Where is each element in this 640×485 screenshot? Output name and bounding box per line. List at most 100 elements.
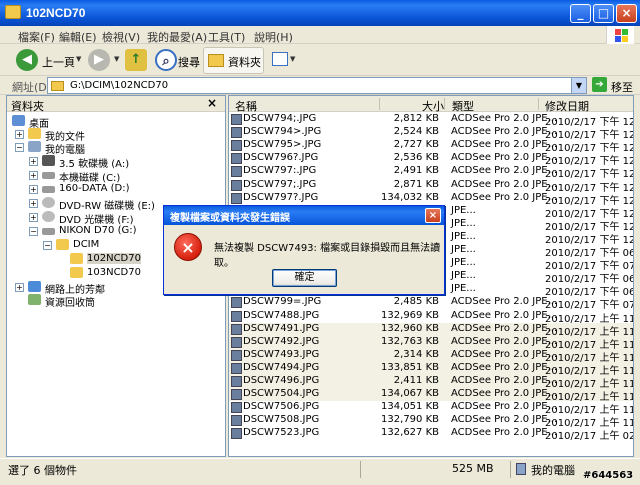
file-type: ACDSee Pro 2.0 JPE... <box>451 165 558 177</box>
jpg-file-icon <box>231 192 242 204</box>
ok-button[interactable]: 確定 <box>272 269 337 287</box>
column-date[interactable]: 修改日期 <box>545 98 589 114</box>
list-item[interactable]: DSCW797:.JPG 2,491 KB ACDSee Pro 2.0 JPE..… <box>229 165 633 180</box>
list-item[interactable]: DSCW7504.JPG 134,067 KB ACDSee Pro 2.0 JPE… <box>229 388 633 403</box>
file-name: DSCW7494.JPG <box>243 361 320 373</box>
list-item[interactable]: DSCW7496.JPG 2,411 KB ACDSee Pro 2.0 JPE..… <box>229 375 633 390</box>
list-item[interactable]: DSCW7508.JPG 132,790 KB ACDSee Pro 2.0 JPE… <box>229 414 633 429</box>
jpg-file-icon <box>231 389 242 401</box>
address-label: 網址(D) <box>12 81 52 94</box>
column-name[interactable]: 名稱 <box>235 98 257 114</box>
list-item[interactable]: DSCW7493.JPG 2,314 KB ACDSee Pro 2.0 JPE..… <box>229 348 633 364</box>
file-size: 134,067 KB <box>381 388 439 400</box>
file-type: ACDSee Pro 2.0 JPE... <box>451 296 558 308</box>
back-dropdown-icon[interactable]: ▼ <box>76 55 81 63</box>
menu-file[interactable]: 檔案(F) <box>18 29 55 45</box>
file-type: ACDSee Pro 2.0 JPE... <box>451 414 558 426</box>
file-size: 2,812 KB <box>393 113 439 124</box>
status-location: 我的電腦 <box>531 464 575 477</box>
go-arrow-icon[interactable]: ➔ <box>592 77 607 92</box>
views-dropdown-icon[interactable]: ▼ <box>290 55 295 63</box>
column-size[interactable]: 大小 <box>422 98 444 114</box>
file-type: ACDSee Pro 2.0 JPE... <box>451 139 558 151</box>
jpg-file-icon <box>231 415 242 427</box>
error-icon: × <box>174 233 202 261</box>
jpg-file-icon <box>231 376 242 387</box>
file-name: DSCW795>.JPG <box>243 139 322 151</box>
jpg-file-icon <box>231 428 242 440</box>
file-size: 132,969 KB <box>381 309 439 321</box>
file-type: ACDSee Pro 2.0 JPE... <box>451 401 558 413</box>
tree-title: 資料夾 <box>11 100 44 113</box>
up-folder-icon[interactable]: ↑ <box>125 49 147 71</box>
address-dropdown-icon[interactable]: ▼ <box>571 78 586 93</box>
forward-arrow-icon[interactable]: ▶ <box>88 49 110 71</box>
menu-bar: 檔案(F) 編輯(E) 檢視(V) 我的最愛(A) 工具(T) 說明(H) <box>0 26 640 44</box>
file-type: JPE... <box>451 270 476 282</box>
file-type: JPE... <box>451 217 476 229</box>
list-item[interactable]: DSCW7494.JPG 133,851 KB ACDSee Pro 2.0 JPE… <box>229 361 633 377</box>
error-dialog: 複製檔案或資料夾發生錯誤 × × 無法複製 DSCW7493: 檔案或目錄損毀而… <box>163 205 445 295</box>
jpg-file-icon <box>231 140 242 152</box>
minimize-button[interactable]: _ <box>570 4 591 23</box>
menu-favorites[interactable]: 我的最愛(A) <box>147 29 207 45</box>
menu-view[interactable]: 檢視(V) <box>102 29 140 45</box>
column-type[interactable]: 類型 <box>452 98 474 114</box>
menu-help[interactable]: 說明(H) <box>254 29 293 45</box>
list-item[interactable]: DSCW7523.JPG 132,627 KB ACDSee Pro 2.0 JPE… <box>229 427 633 442</box>
list-item[interactable]: DSCW794;.JPG 2,812 KB ACDSee Pro 2.0 JPE..… <box>229 113 633 128</box>
list-item[interactable]: DSCW794>.JPG 2,524 KB ACDSee Pro 2.0 JPE..… <box>229 126 633 141</box>
jpg-file-icon <box>231 310 242 322</box>
file-type: ACDSee Pro 2.0 JPE... <box>451 113 558 124</box>
file-name: DSCW797:.JPG <box>243 165 317 177</box>
file-type: ACDSee Pro 2.0 JPE... <box>451 152 558 164</box>
file-name: DSCW797;.JPG <box>243 178 317 190</box>
back-label[interactable]: 上一頁 <box>42 54 75 70</box>
file-size: 2,871 KB <box>393 178 439 190</box>
column-header: 名稱 大小 類型 修改日期 <box>229 96 633 114</box>
menu-tools[interactable]: 工具(T) <box>208 29 245 45</box>
search-icon[interactable]: ⌕ <box>155 49 177 71</box>
close-button[interactable]: × <box>616 4 637 23</box>
views-icon[interactable] <box>272 52 288 66</box>
tree-header: 資料夾 × <box>7 96 225 113</box>
forward-dropdown-icon[interactable]: ▼ <box>114 55 119 63</box>
back-arrow-icon[interactable]: ◀ <box>16 49 38 71</box>
file-type: ACDSee Pro 2.0 JPE... <box>451 388 558 400</box>
file-name: DSCW794>.JPG <box>243 126 322 138</box>
list-item[interactable]: DSCW7491.JPG 132,960 KB ACDSee Pro 2.0 JPE… <box>229 322 633 338</box>
menu-edit[interactable]: 編輯(E) <box>59 29 97 45</box>
list-item[interactable]: DSCW797?.JPG 134,032 KB ACDSee Pro 2.0 JPE… <box>229 191 633 207</box>
folder-icon <box>51 81 64 91</box>
jpg-file-icon <box>231 402 242 414</box>
file-type: ACDSee Pro 2.0 JPE... <box>451 309 558 321</box>
folders-button[interactable]: 資料夾 <box>203 47 264 74</box>
open-folder-icon <box>70 253 83 264</box>
go-label[interactable]: 移至 <box>611 79 633 95</box>
list-item[interactable]: DSCW795>.JPG 2,727 KB ACDSee Pro 2.0 JPE..… <box>229 139 633 154</box>
file-size: 132,627 KB <box>381 427 439 439</box>
file-name: DSCW794;.JPG <box>243 113 317 124</box>
list-item[interactable]: DSCW7506.JPG 134,051 KB ACDSee Pro 2.0 JPE… <box>229 401 633 416</box>
list-item[interactable]: DSCW796?.JPG 2,536 KB ACDSee Pro 2.0 JPE..… <box>229 152 633 167</box>
status-bar: 選了 6 個物件 525 MB 我的電腦 <box>0 458 640 480</box>
file-size: 132,763 KB <box>381 335 439 347</box>
list-item[interactable]: DSCW797;.JPG 2,871 KB ACDSee Pro 2.0 JPE..… <box>229 178 633 194</box>
window-title: 102NCD70 <box>26 6 86 20</box>
toolbar: ◀ 上一頁 ▼ ▶ ▼ ↑ ⌕ 搜尋 資料夾 ▼ <box>0 44 640 76</box>
file-type: ACDSee Pro 2.0 JPE... <box>451 178 558 190</box>
dialog-close-button[interactable]: × <box>425 208 441 223</box>
maximize-button[interactable]: □ <box>593 4 614 23</box>
list-item[interactable]: DSCW7488.JPG 132,969 KB ACDSee Pro 2.0 JPE… <box>229 309 633 325</box>
list-item[interactable]: DSCW799=.JPG 2,485 KB ACDSee Pro 2.0 JPE..… <box>229 296 633 311</box>
address-input[interactable]: G:\DCIM\102NCD70 ▼ <box>47 77 587 94</box>
dialog-title-bar: 複製檔案或資料夾發生錯誤 × <box>164 206 444 225</box>
tree-close-icon[interactable]: × <box>207 96 217 110</box>
file-type: ACDSee Pro 2.0 JPE... <box>451 191 558 203</box>
file-name: DSCW7491.JPG <box>243 322 320 334</box>
file-size: 2,485 KB <box>393 296 439 308</box>
network-icon <box>28 281 41 292</box>
file-type: ACDSee Pro 2.0 JPE... <box>451 335 558 347</box>
list-item[interactable]: DSCW7492.JPG 132,763 KB ACDSee Pro 2.0 JPE… <box>229 335 633 351</box>
search-label[interactable]: 搜尋 <box>178 54 200 70</box>
